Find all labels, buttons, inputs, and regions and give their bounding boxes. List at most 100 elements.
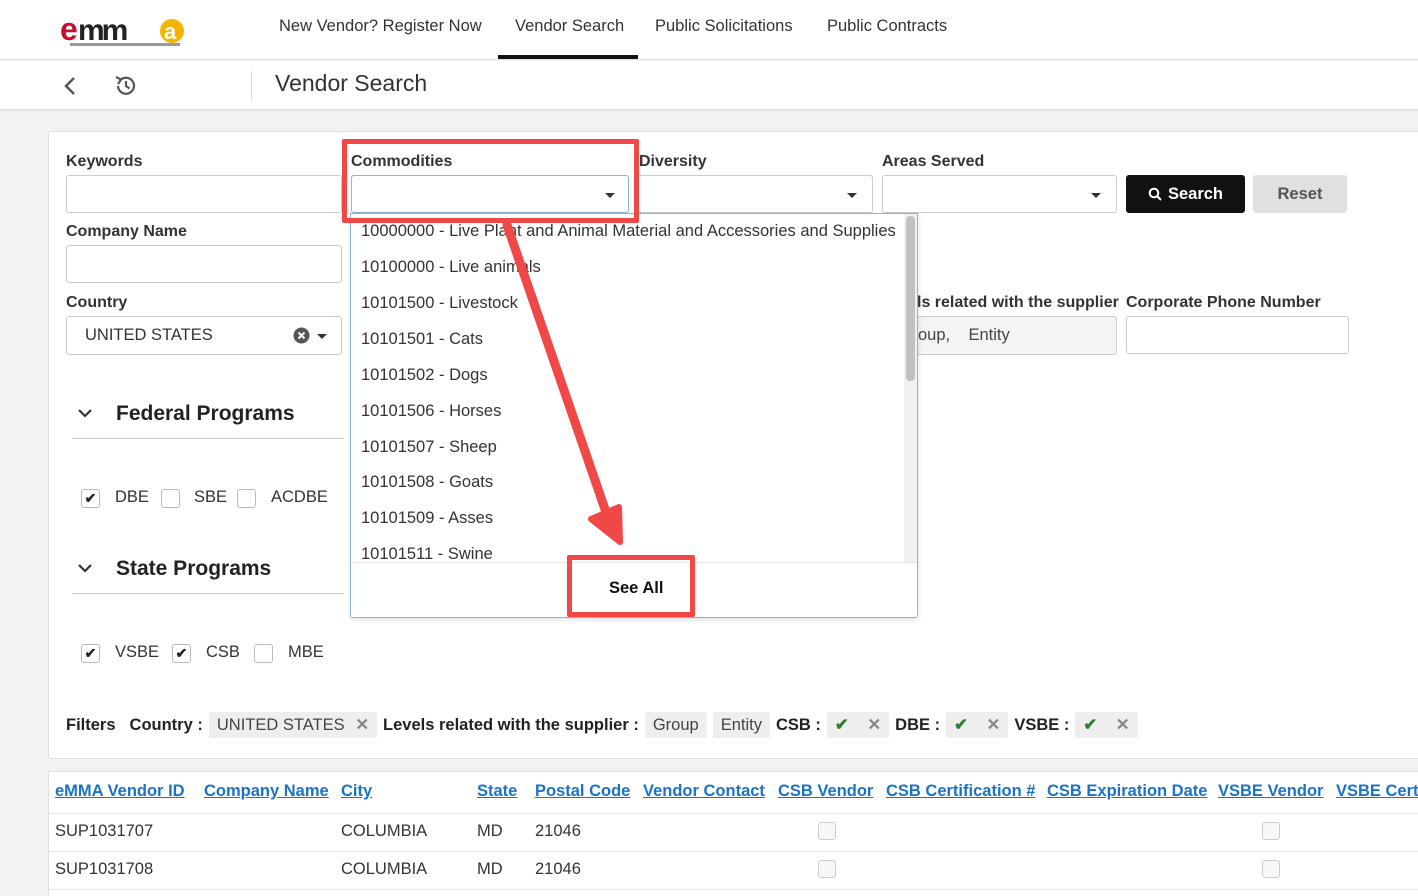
cell-vendor-id: SUP1031707: [55, 822, 154, 840]
filter-chip-country: UNITED STATES ✕: [208, 712, 378, 738]
mbe-label: MBE: [288, 643, 324, 661]
filters-label: Filters: [66, 715, 116, 734]
remove-filter-icon[interactable]: ✕: [1116, 716, 1130, 734]
svg-text:e: e: [60, 14, 77, 47]
acdbe-checkbox[interactable]: [237, 489, 256, 508]
col-header-vsbe-cert[interactable]: VSBE Certi: [1336, 782, 1418, 801]
nav-public-contracts[interactable]: Public Contracts: [827, 17, 947, 36]
dropdown-scroll-thumb[interactable]: [906, 216, 915, 381]
mbe-checkbox[interactable]: [254, 644, 273, 663]
state-programs-title[interactable]: State Programs: [116, 557, 271, 581]
col-header-vendor-id[interactable]: eMMA Vendor ID: [55, 782, 185, 801]
vsbe-label: VSBE: [115, 643, 160, 661]
csb-vendor-checkbox: [818, 822, 836, 840]
remove-filter-icon[interactable]: ✕: [355, 716, 369, 734]
remove-filter-icon[interactable]: ✕: [867, 716, 881, 734]
back-arrow-icon[interactable]: [62, 75, 78, 97]
row-divider: [49, 851, 1418, 852]
dropdown-option[interactable]: 10101501 - Cats: [361, 330, 483, 349]
sbe-label: SBE: [194, 488, 228, 506]
levels-label: ls related with the supplier: [917, 294, 1119, 311]
col-header-csb-vendor[interactable]: CSB Vendor: [778, 782, 873, 801]
row-divider: [49, 813, 1418, 814]
clear-icon[interactable]: [293, 327, 310, 344]
reset-button[interactable]: Reset: [1253, 175, 1347, 213]
active-filters-row: Filters Country : UNITED STATES ✕ Levels…: [66, 712, 1138, 738]
csb-checkbox[interactable]: ✔: [172, 644, 191, 663]
nav-vendor-search[interactable]: Vendor Search: [515, 17, 624, 36]
areas-served-label: Areas Served: [882, 153, 985, 170]
filter-levels-label: Levels related with the supplier :: [383, 715, 639, 734]
filter-country-label: Country :: [129, 715, 203, 734]
cell-state: MD: [477, 822, 503, 840]
cell-city: COLUMBIA: [341, 822, 428, 840]
country-label: Country: [66, 294, 128, 311]
dropdown-option[interactable]: 10101502 - Dogs: [361, 366, 488, 385]
emma-logo[interactable]: e mm a: [60, 14, 190, 48]
check-icon: ✔: [834, 716, 849, 734]
nav-public-solicitations[interactable]: Public Solicitations: [655, 17, 793, 36]
levels-value: oup, Entity: [918, 326, 1010, 344]
top-nav-bar: e mm a New Vendor? Register Now Vendor S…: [0, 0, 1418, 60]
dropdown-option[interactable]: 10100000 - Live animals: [361, 258, 541, 277]
search-button[interactable]: Search: [1126, 175, 1245, 213]
diversity-select[interactable]: [636, 175, 873, 213]
company-name-input[interactable]: [66, 245, 342, 283]
filter-vsbe-label: VSBE :: [1014, 715, 1070, 734]
corporate-phone-input[interactable]: [1126, 316, 1349, 354]
annotation-highlight-see-all: [567, 555, 695, 617]
filter-chip-group: Group: [644, 712, 707, 738]
cell-postal: 21046: [535, 860, 581, 878]
chevron-down-icon[interactable]: [77, 562, 93, 574]
chevron-down-icon[interactable]: [77, 407, 93, 419]
col-header-state[interactable]: State: [477, 782, 517, 801]
company-name-label: Company Name: [66, 223, 187, 240]
col-header-company-name[interactable]: Company Name: [204, 782, 329, 801]
vsbe-vendor-checkbox: [1262, 860, 1280, 878]
remove-filter-icon[interactable]: ✕: [987, 716, 1001, 734]
sbe-checkbox[interactable]: [161, 489, 180, 508]
cell-postal: 21046: [535, 822, 581, 840]
col-header-city[interactable]: City: [341, 782, 372, 801]
col-header-vsbe-vendor[interactable]: VSBE Vendor: [1218, 782, 1323, 801]
levels-select[interactable]: oup, Entity: [900, 316, 1117, 355]
col-header-vendor-contact[interactable]: Vendor Contact: [643, 782, 765, 801]
chevron-down-icon: [317, 334, 327, 339]
row-divider: [49, 889, 1418, 890]
page-title: Vendor Search: [275, 70, 428, 96]
nav-register[interactable]: New Vendor? Register Now: [279, 17, 482, 36]
areas-served-select[interactable]: [882, 175, 1117, 213]
search-icon: [1148, 187, 1162, 201]
filter-chip-vsbe: ✔ ✕: [1075, 712, 1138, 738]
col-header-csb-cert[interactable]: CSB Certification #: [886, 782, 1035, 801]
vsbe-checkbox[interactable]: ✔: [81, 644, 100, 663]
chevron-down-icon: [1091, 193, 1101, 198]
check-icon: ✔: [954, 716, 968, 734]
federal-programs-title[interactable]: Federal Programs: [116, 402, 295, 426]
dropdown-option[interactable]: 10000000 - Live Plant and Animal Materia…: [361, 222, 896, 241]
csb-vendor-checkbox: [818, 860, 836, 878]
filter-chip-dbe: ✔ ✕: [946, 712, 1009, 738]
dropdown-option[interactable]: 10101506 - Horses: [361, 402, 501, 421]
cell-city: COLUMBIA: [341, 860, 428, 878]
chevron-down-icon: [847, 193, 857, 198]
dropdown-option[interactable]: 10101509 - Asses: [361, 509, 493, 528]
vsbe-vendor-checkbox: [1262, 822, 1280, 840]
keywords-input[interactable]: [66, 175, 342, 213]
filter-chip-csb: ✔ ✕: [826, 712, 890, 738]
dropdown-option[interactable]: 10101500 - Livestock: [361, 294, 518, 313]
annotation-highlight-commodities: [342, 139, 639, 223]
col-header-csb-expiration[interactable]: CSB Expiration Date: [1047, 782, 1207, 801]
header-divider: [251, 71, 252, 101]
dropdown-option[interactable]: 10101507 - Sheep: [361, 438, 497, 457]
country-select[interactable]: UNITED STATES: [66, 316, 342, 355]
section-divider: [72, 438, 344, 439]
keywords-label: Keywords: [66, 153, 143, 170]
cell-vendor-id: SUP1031708: [55, 860, 154, 878]
col-header-postal-code[interactable]: Postal Code: [535, 782, 630, 801]
dropdown-option[interactable]: 10101508 - Goats: [361, 473, 493, 492]
nav-active-indicator: [498, 55, 638, 59]
check-icon: ✔: [1083, 716, 1098, 734]
history-icon[interactable]: [113, 73, 139, 99]
dbe-checkbox[interactable]: ✔: [81, 489, 100, 508]
